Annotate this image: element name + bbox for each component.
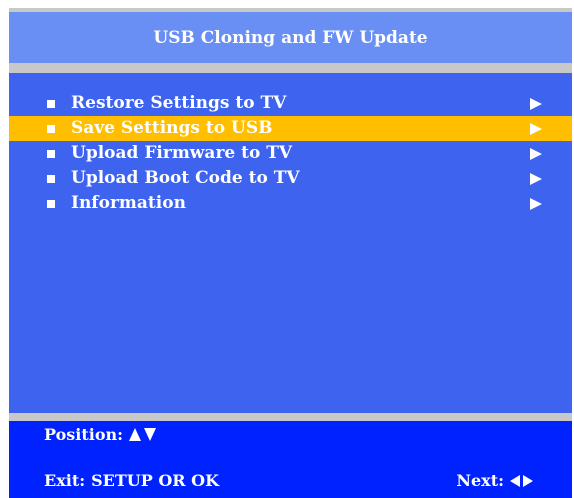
left-triangle-icon [510,474,520,487]
osd-menu-window: USB Cloning and FW Update Restore Settin… [9,8,572,498]
menu-item-label: Save Settings to USB [71,118,273,138]
menu-item-save-settings[interactable]: Save Settings to USB [9,116,572,141]
menu-title: USB Cloning and FW Update [153,27,428,48]
next-hint-label: Next: [456,471,504,490]
key-hint-footer: Position: Exit: SETUP OR OK Next: [9,421,572,498]
menu-item-upload-boot-code[interactable]: Upload Boot Code to TV [9,166,572,191]
menu-item-restore-settings[interactable]: Restore Settings to TV [9,91,572,116]
menu-item-label: Upload Boot Code to TV [71,168,300,188]
square-bullet-icon [47,125,55,133]
square-bullet-icon [47,200,55,208]
menu-title-bar: USB Cloning and FW Update [9,12,572,63]
exit-hint-keys: SETUP OR OK [91,471,219,490]
menu-item-label: Information [71,193,186,213]
submenu-arrow-icon [530,173,542,185]
menu-list-panel: Restore Settings to TV Save Settings to … [9,73,572,413]
right-triangle-icon [523,474,533,487]
square-bullet-icon [47,100,55,108]
submenu-arrow-icon [530,148,542,160]
menu-item-upload-firmware[interactable]: Upload Firmware to TV [9,141,572,166]
square-bullet-icon [47,150,55,158]
square-bullet-icon [47,175,55,183]
position-hint-label: Position: [44,425,124,444]
menu-item-label: Upload Firmware to TV [71,143,293,163]
exit-hint: Exit: SETUP OR OK [44,471,219,490]
title-separator [9,63,572,73]
menu-list: Restore Settings to TV Save Settings to … [9,91,572,216]
up-triangle-icon [129,428,142,441]
submenu-arrow-icon [530,123,542,135]
menu-item-label: Restore Settings to TV [71,93,287,113]
exit-hint-label: Exit: [44,471,86,490]
next-hint: Next: [456,471,536,490]
footer-separator [9,413,572,421]
submenu-arrow-icon [530,198,542,210]
down-triangle-icon [144,428,157,441]
menu-item-information[interactable]: Information [9,191,572,216]
position-hint: Position: [44,425,159,444]
submenu-arrow-icon [530,98,542,110]
